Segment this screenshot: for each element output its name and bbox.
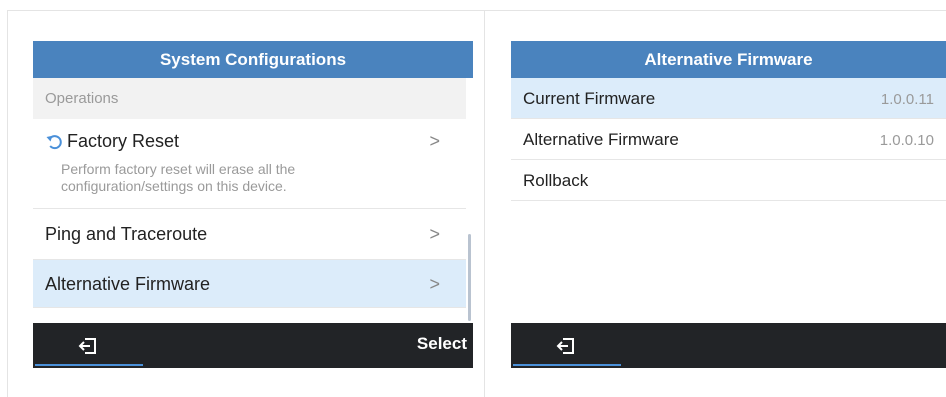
row-alternative-firmware[interactable]: Alternative Firmware 1.0.0.10 <box>511 119 946 160</box>
row-current-firmware[interactable]: Current Firmware 1.0.0.11 <box>511 78 946 119</box>
ping-traceroute-label: Ping and Traceroute <box>45 224 208 244</box>
menu-item-factory-reset[interactable]: Factory Reset > Perform factory reset wi… <box>33 119 466 209</box>
exit-icon <box>78 337 96 354</box>
menu-item-ping-traceroute[interactable]: Ping and Traceroute > <box>33 209 466 260</box>
current-firmware-version: 1.0.0.11 <box>880 91 934 108</box>
alternative-firmware-label: Alternative Firmware <box>45 274 211 294</box>
screen-title: System Configurations <box>33 41 473 78</box>
system-configurations-screen: System Configurations Operations Factory… <box>33 41 473 368</box>
active-softkey-indicator <box>35 364 143 366</box>
current-firmware-label: Current Firmware <box>523 89 656 108</box>
back-softkey[interactable] <box>33 323 143 368</box>
factory-reset-description: Perform factory reset will erase all the… <box>61 161 296 194</box>
scrollbar[interactable] <box>468 234 471 321</box>
chevron-right-icon: > <box>429 274 440 294</box>
alternative-firmware-label: Alternative Firmware <box>523 130 679 149</box>
select-softkey[interactable]: Select <box>417 334 467 354</box>
panel-divider <box>484 10 485 397</box>
chevron-right-icon: > <box>429 224 440 244</box>
back-softkey[interactable] <box>511 323 621 368</box>
chevron-right-icon: > <box>429 131 440 151</box>
menu-item-alternative-firmware[interactable]: Alternative Firmware > <box>33 260 466 308</box>
active-softkey-indicator <box>513 364 621 366</box>
softkey-bar: Select <box>33 323 473 368</box>
alternative-firmware-screen: Alternative Firmware Current Firmware 1.… <box>511 41 946 368</box>
section-header-operations: Operations <box>33 78 466 119</box>
softkey-bar <box>511 323 946 368</box>
row-rollback[interactable]: Rollback <box>511 160 946 201</box>
reset-icon <box>46 134 62 149</box>
factory-reset-label-wrap: Factory Reset <box>45 131 179 152</box>
rollback-label: Rollback <box>523 171 589 190</box>
factory-reset-label: Factory Reset <box>67 131 180 151</box>
screen-title: Alternative Firmware <box>511 41 946 78</box>
alternative-firmware-version: 1.0.0.10 <box>879 132 934 149</box>
exit-icon <box>556 337 574 354</box>
